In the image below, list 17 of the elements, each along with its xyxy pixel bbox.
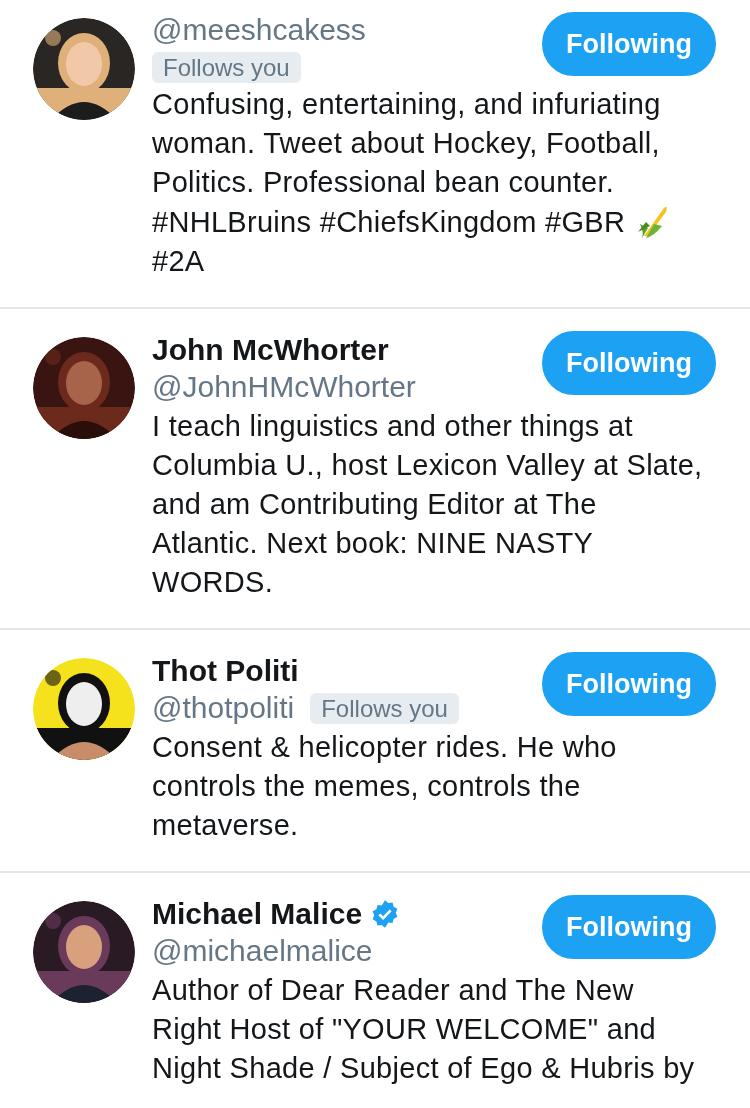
following-button[interactable]: Following bbox=[542, 331, 716, 395]
bio-text: I teach linguistics and other things at Columbia U., host Lexicon Valley at Slate, and am Contributing Editor at The Atlantic. Next book: NINE NASTY WORDS. bbox=[152, 409, 704, 600]
username: @JohnHMcWhorter bbox=[152, 369, 416, 405]
bio-text: Author of Dear Reader and The New Right Host of "YOUR WELCOME" and Night Shade / Subject of Ego & Hubris by bbox=[152, 973, 696, 1086]
username: @thotpoliti bbox=[152, 690, 295, 726]
display-name: John McWhorter bbox=[152, 332, 389, 368]
follows-you-label: Follows you bbox=[310, 692, 459, 724]
display-name: Thot Politi bbox=[152, 653, 299, 689]
following-button[interactable]: Following bbox=[542, 652, 716, 716]
bio-text: Confusing, entertaining, and infuriating woman. Tweet about Hockey, Football, Politics. Professional bean counter. #NHLBruins #ChiefsKingdom #GBR #2A bbox=[152, 85, 716, 281]
following-button[interactable]: Following bbox=[542, 895, 716, 959]
following-button[interactable]: Following bbox=[542, 12, 716, 76]
username: @michaelmalice bbox=[152, 933, 373, 969]
username: @meeshcakess bbox=[152, 12, 366, 48]
display-name: Michael Malice bbox=[152, 896, 363, 932]
follows-you-label: Follows you bbox=[152, 52, 301, 83]
bio-text: Consent & helicopter rides. He who controls the memes, controls the metaverse. bbox=[152, 730, 618, 843]
